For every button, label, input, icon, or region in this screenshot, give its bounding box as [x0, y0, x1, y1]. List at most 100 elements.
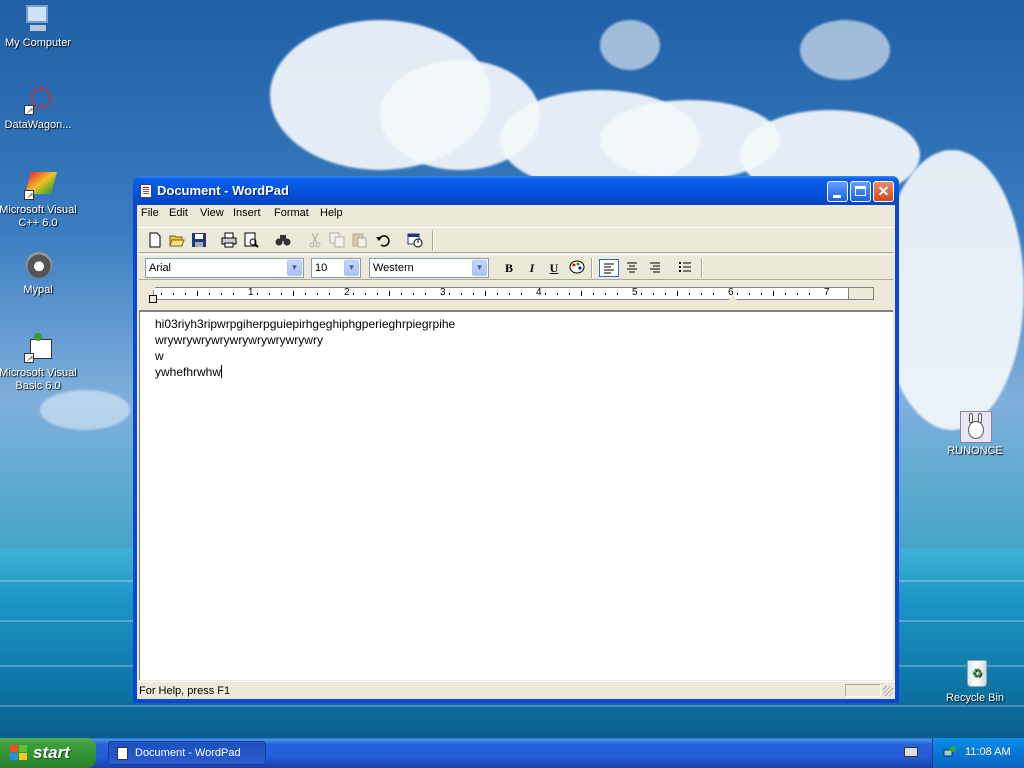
ruler-tick — [545, 293, 546, 295]
font-script-combo[interactable]: Western ▼ — [369, 258, 489, 278]
status-panel — [845, 684, 881, 697]
ruler-tick — [461, 293, 462, 295]
print-preview-icon[interactable] — [243, 232, 259, 248]
network-tray-icon[interactable] — [943, 745, 957, 759]
align-center-icon — [627, 262, 637, 273]
right-indent-marker[interactable] — [729, 294, 737, 300]
resize-grip-icon[interactable] — [883, 686, 893, 696]
bold-button[interactable]: B — [499, 259, 519, 277]
ruler-tick — [485, 291, 486, 296]
ruler-tick — [749, 293, 750, 295]
menu-file[interactable]: File — [141, 207, 159, 219]
new-document-icon[interactable] — [147, 232, 163, 248]
ruler-tick — [161, 293, 162, 295]
align-left-button[interactable] — [599, 259, 619, 277]
ruler-tick — [569, 293, 570, 295]
ruler-tick — [257, 293, 258, 295]
bullets-button[interactable] — [675, 259, 695, 277]
ruler-tick — [389, 291, 390, 296]
underline-button[interactable]: U — [544, 259, 564, 277]
desktop-icon-recycle-bin[interactable]: ♻ Recycle Bin — [933, 658, 1017, 705]
chevron-down-icon[interactable]: ▼ — [344, 260, 359, 276]
ruler-tick — [773, 291, 774, 296]
desktop-icon-datawagon[interactable]: ↗ DataWagon... — [0, 85, 80, 132]
taskbar: start Document - WordPad 11:08 AM — [0, 738, 1024, 768]
undo-icon[interactable] — [375, 232, 391, 248]
ruler-tick — [521, 293, 522, 295]
bullet-list-icon — [679, 262, 691, 272]
desktop-icon-my-computer[interactable]: My Computer — [0, 3, 80, 50]
system-tray: 11:08 AM — [932, 738, 1024, 768]
ruler-tick — [509, 293, 510, 295]
maximize-button[interactable] — [850, 181, 871, 202]
ruler-tick — [449, 293, 450, 295]
color-palette-icon[interactable] — [569, 259, 585, 275]
desktop-icon-runonce[interactable]: RUNONCE — [933, 411, 1017, 458]
start-button[interactable]: start — [0, 738, 96, 768]
left-indent-marker[interactable] — [149, 285, 157, 291]
font-size-value: 10 — [315, 262, 328, 274]
ruler-tick — [689, 293, 690, 295]
print-icon[interactable] — [221, 232, 237, 248]
desktop-icon-mypal[interactable]: Mypal — [0, 250, 80, 297]
wordpad-window: Document - WordPad ✕ File Edit View Inse… — [133, 176, 899, 703]
ruler[interactable]: 1 2 3 4 5 6 7 — [139, 283, 893, 305]
start-label: start — [33, 743, 70, 762]
desktop-icon-label: DataWagon... — [4, 119, 72, 131]
wordpad-app-icon[interactable] — [140, 184, 152, 198]
chevron-down-icon[interactable]: ▼ — [472, 260, 487, 276]
italic-button[interactable]: I — [522, 259, 542, 277]
ruler-tick — [185, 293, 186, 295]
ruler-tick — [713, 293, 714, 295]
ruler-tick — [641, 293, 642, 295]
desktop-icon-visual-cpp[interactable]: ↗ Microsoft Visual C++ 6.0 — [0, 170, 80, 230]
title-bar[interactable]: Document - WordPad ✕ — [133, 176, 899, 205]
visual-basic-icon: ↗ — [22, 333, 54, 365]
menu-edit[interactable]: Edit — [169, 207, 188, 219]
document-editor[interactable]: hi03riyh3ripwrpgiherpguiepirhgeghiphgper… — [139, 310, 893, 680]
taskbar-button-label: Document - WordPad — [135, 747, 241, 759]
text-caret — [221, 365, 223, 378]
menu-help[interactable]: Help — [320, 207, 343, 219]
ruler-number: 1 — [248, 287, 254, 298]
ruler-tick — [221, 293, 222, 295]
chevron-down-icon[interactable]: ▼ — [287, 260, 302, 276]
desktop-icon-label: My Computer — [4, 37, 72, 49]
desktop-icon-label: RUNONCE — [947, 445, 1003, 457]
save-icon[interactable] — [191, 232, 207, 248]
find-icon[interactable] — [275, 232, 291, 248]
open-folder-icon[interactable] — [169, 232, 185, 248]
paste-icon[interactable] — [351, 232, 367, 248]
ruler-tick — [557, 293, 558, 295]
close-button[interactable]: ✕ — [873, 181, 894, 202]
font-name-combo[interactable]: Arial ▼ — [145, 258, 304, 278]
menu-format[interactable]: Format — [274, 207, 309, 219]
document-line: w — [155, 349, 164, 363]
cut-icon[interactable] — [307, 232, 323, 248]
ruler-tick — [497, 293, 498, 295]
ruler-tick — [677, 291, 678, 296]
minimize-button[interactable] — [827, 181, 848, 202]
align-right-button[interactable] — [645, 259, 665, 277]
taskbar-wordpad-button[interactable]: Document - WordPad — [108, 741, 266, 765]
menu-view[interactable]: View — [200, 207, 224, 219]
minimize-icon — [833, 195, 841, 198]
date-time-icon[interactable] — [407, 232, 423, 248]
ruler-tick — [173, 293, 174, 295]
align-center-button[interactable] — [622, 259, 642, 277]
ruler-tick — [209, 293, 210, 295]
menu-insert[interactable]: Insert — [233, 207, 261, 219]
ruler-tick — [425, 293, 426, 295]
datawagon-icon: ↗ — [22, 85, 54, 117]
ruler-tick — [377, 293, 378, 295]
font-size-combo[interactable]: 10 ▼ — [311, 258, 361, 278]
ruler-number: 7 — [824, 287, 830, 298]
ruler-number: 2 — [344, 287, 350, 298]
close-icon: ✕ — [877, 183, 890, 199]
ruler-tick — [605, 293, 606, 295]
keyboard-icon[interactable] — [904, 747, 918, 757]
ruler-tick — [701, 293, 702, 295]
copy-icon[interactable] — [329, 232, 345, 248]
hanging-indent-marker[interactable] — [149, 295, 157, 303]
desktop-icon-visual-basic[interactable]: ↗ Microsoft Visual Basic 6.0 — [0, 333, 80, 393]
